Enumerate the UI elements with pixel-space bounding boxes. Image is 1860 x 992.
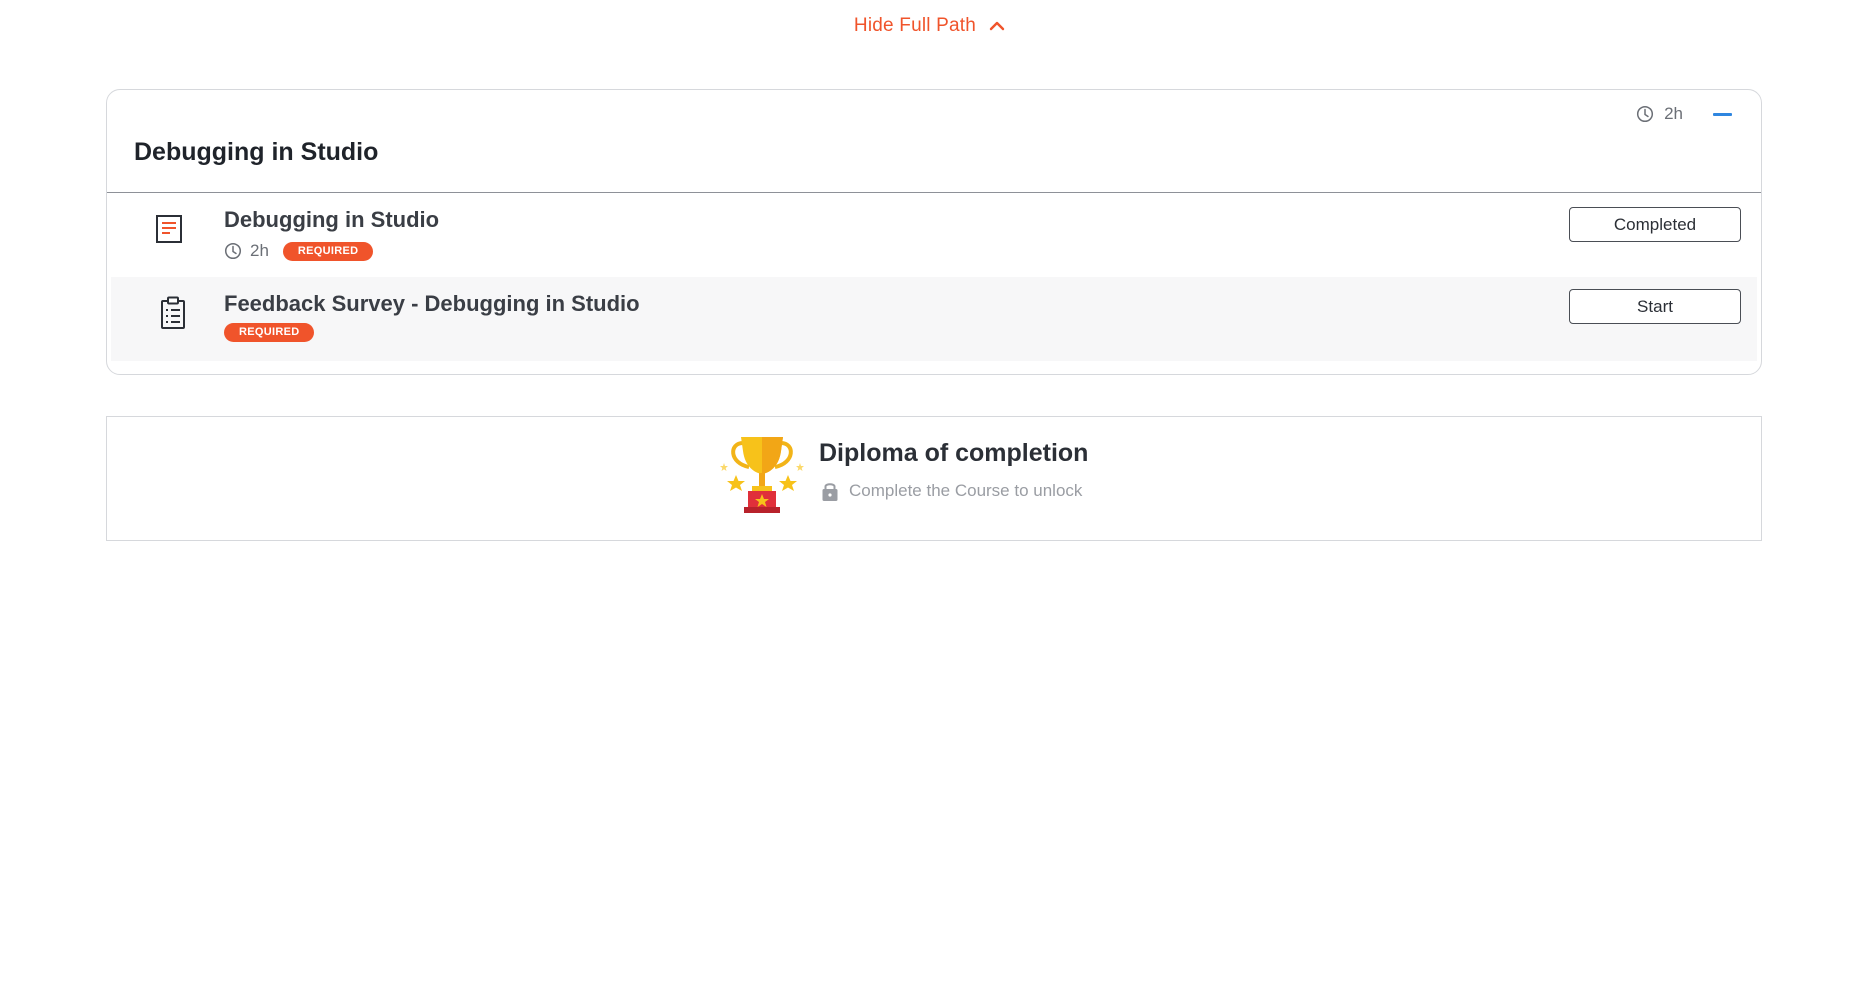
trophy-icon <box>720 437 804 513</box>
diploma-title: Diploma of completion <box>819 439 1089 467</box>
module-header: 2h Debugging in Studio <box>107 90 1761 193</box>
lesson-row: Feedback Survey - Debugging in Studio RE… <box>111 277 1757 361</box>
module-card: 2h Debugging in Studio Debugging in Stud… <box>106 89 1762 375</box>
clipboard-icon <box>161 296 185 329</box>
lock-icon <box>822 483 838 501</box>
start-button[interactable]: Start <box>1569 289 1741 324</box>
lesson-duration: 2h <box>250 241 269 260</box>
lesson-meta: REQUIRED <box>224 323 315 342</box>
lesson-title[interactable]: Feedback Survey - Debugging in Studio <box>224 291 640 317</box>
module-meta: 2h <box>1636 104 1735 124</box>
chevron-up-icon <box>989 21 1005 31</box>
diploma-subtitle: Complete the Course to unlock <box>849 481 1083 500</box>
hide-full-path-toggle[interactable]: Hide Full Path <box>0 0 1860 52</box>
module-title: Debugging in Studio <box>134 138 379 166</box>
hide-full-path-label: Hide Full Path <box>853 15 977 36</box>
document-icon <box>156 215 182 243</box>
required-badge: REQUIRED <box>282 241 374 261</box>
completed-button[interactable]: Completed <box>1569 207 1741 242</box>
module-duration: 2h <box>1664 104 1683 123</box>
diploma-card: Diploma of completion Complete the Cours… <box>106 416 1762 541</box>
minus-icon <box>1712 112 1732 116</box>
clock-icon <box>1637 105 1654 123</box>
lesson-title[interactable]: Debugging in Studio <box>224 207 439 233</box>
clock-icon <box>224 242 242 260</box>
collapse-button[interactable] <box>1709 104 1735 124</box>
required-badge: REQUIRED <box>224 323 315 342</box>
diploma-lock-message: Complete the Course to unlock <box>821 480 1082 502</box>
lesson-meta: 2h REQUIRED <box>224 241 374 261</box>
lesson-row: Debugging in Studio 2h REQUIRED Complete… <box>107 193 1761 277</box>
